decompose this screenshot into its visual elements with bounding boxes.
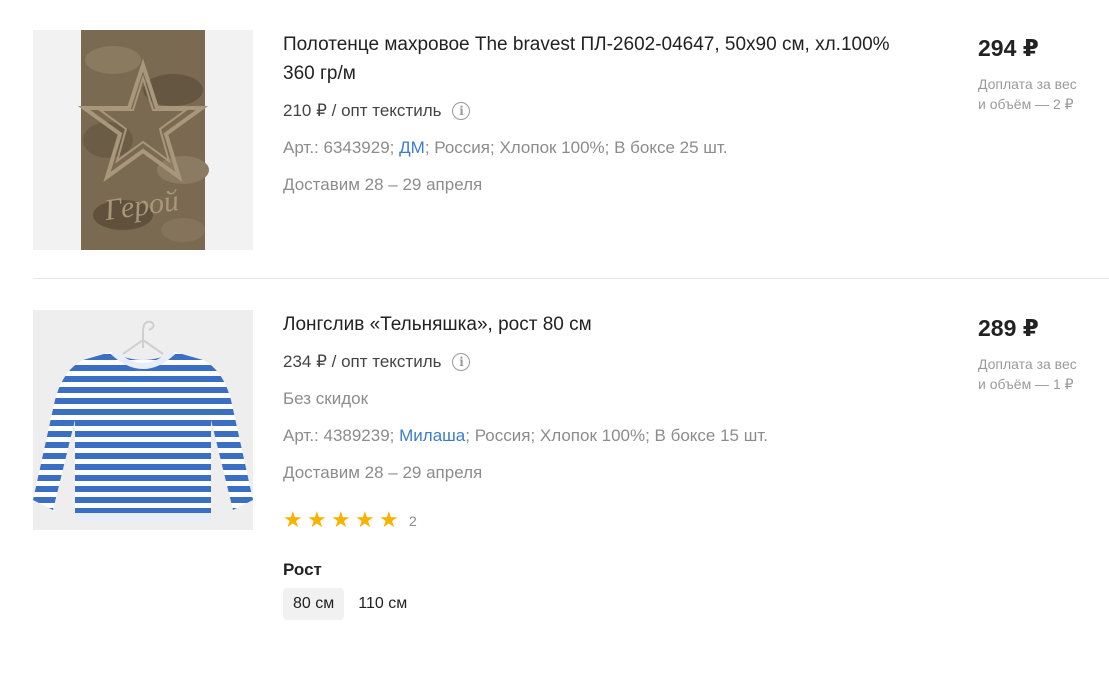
product-info: Полотенце махровое The bravest ПЛ-2602-0…: [283, 30, 903, 196]
star-icon: ★: [379, 508, 399, 533]
discount-note: Без скидок: [283, 389, 368, 408]
article-text: Арт.: 4389239;: [283, 426, 400, 445]
wholesale-price-text: 234 ₽ / опт текстиль: [283, 352, 442, 371]
towel-image: Герой: [33, 30, 253, 250]
meta-details: ; Россия; Хлопок 100%; В боксе 15 шт.: [465, 426, 768, 445]
product-meta: Арт.: 6343929; ДМ; Россия; Хлопок 100%; …: [283, 137, 903, 159]
surcharge-note: Доплата за вес и объём — 1 ₽: [978, 354, 1109, 394]
product-title[interactable]: Полотенце махровое The bravest ПЛ-2602-0…: [283, 30, 903, 88]
delivery-text: Доставим 28 – 29 апреля: [283, 463, 483, 482]
size-options: 80 см 110 см: [283, 588, 903, 620]
price: 294 ₽: [978, 35, 1039, 61]
wholesale-price-text: 210 ₽ / опт текстиль: [283, 101, 442, 120]
article-text: Арт.: 6343929;: [283, 138, 400, 157]
product-meta: Арт.: 4389239; Милаша; Россия; Хлопок 10…: [283, 425, 903, 447]
reviews-count[interactable]: 2: [409, 513, 417, 529]
price-column: 294 ₽ Доплата за вес и объём — 2 ₽: [978, 30, 1109, 114]
product-image[interactable]: [33, 310, 253, 530]
brand-link[interactable]: ДМ: [399, 138, 425, 157]
size-label: Рост: [283, 560, 322, 579]
rating[interactable]: ★ ★ ★ ★ ★ 2: [283, 509, 903, 533]
price-column: 289 ₽ Доплата за вес и объём — 1 ₽: [978, 310, 1109, 394]
surcharge-line-1: Доплата за вес: [978, 356, 1077, 372]
info-icon[interactable]: i: [452, 353, 471, 371]
wholesale-price: 210 ₽ / опт текстиль i: [283, 100, 903, 122]
star-icon: ★: [307, 508, 327, 533]
price: 289 ₽: [978, 315, 1039, 341]
brand-link[interactable]: Милаша: [399, 426, 465, 445]
star-icon: ★: [355, 508, 375, 533]
surcharge-line-2: и объём — 2 ₽: [978, 96, 1074, 112]
divider: [33, 278, 1109, 279]
star-icon: ★: [283, 508, 303, 533]
star-icon: ★: [331, 508, 351, 533]
surcharge-note: Доплата за вес и объём — 2 ₽: [978, 74, 1109, 114]
wholesale-price: 234 ₽ / опт текстиль i: [283, 351, 903, 373]
surcharge-line-1: Доплата за вес: [978, 76, 1077, 92]
product-title[interactable]: Лонгслив «Тельняшка», рост 80 см: [283, 310, 903, 339]
longsleeve-image: [33, 310, 253, 530]
surcharge-line-2: и объём — 1 ₽: [978, 376, 1074, 392]
product-info: Лонгслив «Тельняшка», рост 80 см 234 ₽ /…: [283, 310, 903, 620]
delivery-text: Доставим 28 – 29 апреля: [283, 175, 483, 194]
size-option-110[interactable]: 110 см: [348, 588, 417, 620]
product-image[interactable]: Герой: [33, 30, 253, 250]
size-option-80[interactable]: 80 см: [283, 588, 345, 620]
meta-details: ; Россия; Хлопок 100%; В боксе 25 шт.: [424, 138, 728, 157]
info-icon[interactable]: i: [452, 102, 471, 120]
